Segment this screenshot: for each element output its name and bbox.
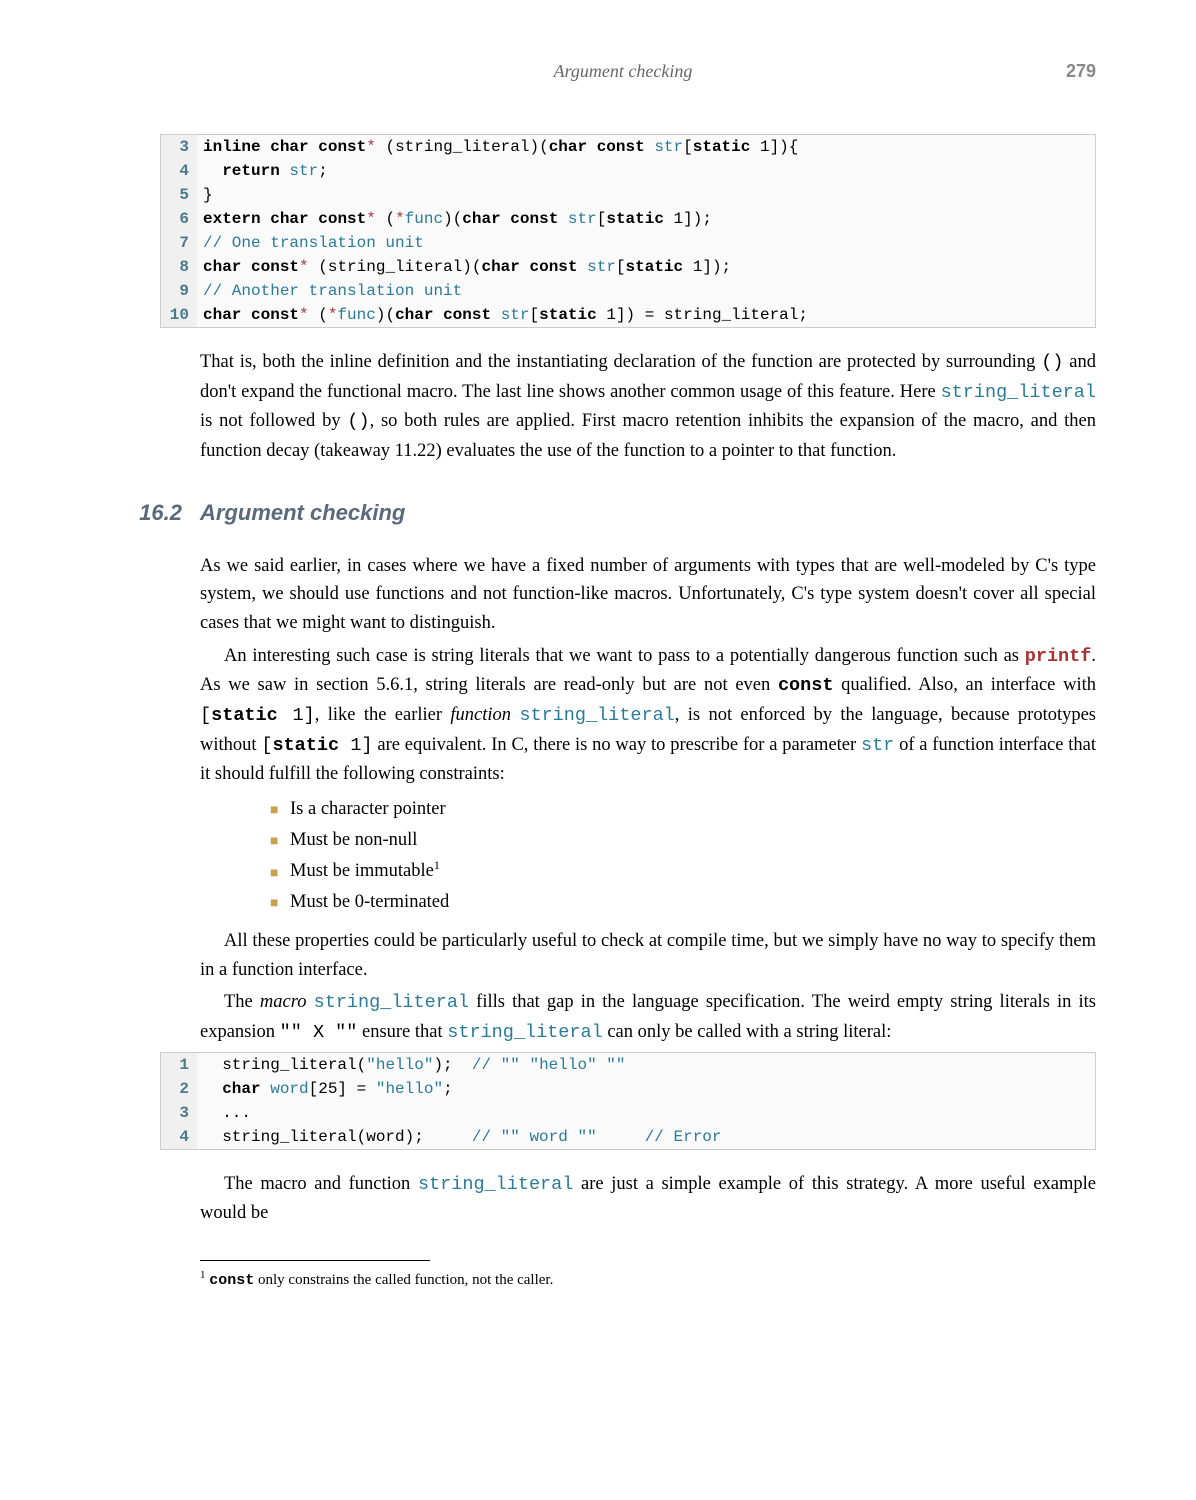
bullet-icon: ■ <box>270 893 290 915</box>
code-block-1: 3inline char const* (string_literal)(cha… <box>160 134 1096 328</box>
section-title: Argument checking <box>200 496 405 530</box>
line-number: 8 <box>161 255 197 279</box>
paragraph-6: The macro and function string_literal ar… <box>200 1170 1096 1228</box>
code-text: ... <box>197 1101 251 1125</box>
code-line: 1 string_literal("hello"); // "" "hello"… <box>161 1053 1095 1077</box>
bullet-icon: ■ <box>270 831 290 853</box>
page-header: Argument checking 279 <box>120 58 1096 86</box>
code-text: inline char const* (string_literal)(char… <box>197 135 798 159</box>
section-heading: 16.2 Argument checking <box>120 496 1096 530</box>
bullet-text: Must be immutable1 <box>290 856 440 886</box>
line-number: 3 <box>161 1101 197 1125</box>
section-number: 16.2 <box>120 496 200 530</box>
line-number: 2 <box>161 1077 197 1101</box>
code-text: } <box>197 183 213 207</box>
code-text: string_literal("hello"); // "" "hello" "… <box>197 1053 625 1077</box>
list-item: ■Must be non-null <box>270 826 1096 855</box>
code-text: char const* (*func)(char const str[stati… <box>197 303 808 327</box>
bullet-icon: ■ <box>270 863 290 885</box>
bullet-text: Must be 0-terminated <box>290 888 449 917</box>
line-number: 7 <box>161 231 197 255</box>
code-line: 5} <box>161 183 1095 207</box>
line-number: 10 <box>161 303 197 327</box>
code-line: 6extern char const* (*func)(char const s… <box>161 207 1095 231</box>
footnote-rule <box>200 1260 430 1261</box>
paragraph-4: All these properties could be particular… <box>200 927 1096 984</box>
header-title: Argument checking <box>120 58 1066 86</box>
paragraph-5: The macro string_literal fills that gap … <box>200 988 1096 1047</box>
line-number: 4 <box>161 159 197 183</box>
bullet-text: Is a character pointer <box>290 795 446 824</box>
line-number: 1 <box>161 1053 197 1077</box>
bullet-icon: ■ <box>270 800 290 822</box>
code-text: // One translation unit <box>197 231 424 255</box>
list-item: ■Must be 0-terminated <box>270 888 1096 917</box>
code-text: string_literal(word); // "" word "" // E… <box>197 1125 722 1149</box>
code-line: 3 ... <box>161 1101 1095 1125</box>
code-text: extern char const* (*func)(char const st… <box>197 207 712 231</box>
footnote-1: 1 const only constrains the called funct… <box>200 1267 1096 1292</box>
line-number: 3 <box>161 135 197 159</box>
bullet-list: ■Is a character pointer■Must be non-null… <box>270 795 1096 917</box>
paragraph-2: As we said earlier, in cases where we ha… <box>200 552 1096 638</box>
line-number: 9 <box>161 279 197 303</box>
code-line: 7// One translation unit <box>161 231 1095 255</box>
page-number: 279 <box>1066 58 1096 86</box>
list-item: ■Is a character pointer <box>270 795 1096 824</box>
code-line: 2 char word[25] = "hello"; <box>161 1077 1095 1101</box>
code-line: 9// Another translation unit <box>161 279 1095 303</box>
code-text: char word[25] = "hello"; <box>197 1077 453 1101</box>
bullet-text: Must be non-null <box>290 826 417 855</box>
code-text: // Another translation unit <box>197 279 462 303</box>
paragraph-3: An interesting such case is string liter… <box>200 642 1096 789</box>
code-line: 10char const* (*func)(char const str[sta… <box>161 303 1095 327</box>
list-item: ■Must be immutable1 <box>270 856 1096 886</box>
code-line: 3inline char const* (string_literal)(cha… <box>161 135 1095 159</box>
code-line: 4 string_literal(word); // "" word "" //… <box>161 1125 1095 1149</box>
code-line: 8char const* (string_literal)(char const… <box>161 255 1095 279</box>
line-number: 6 <box>161 207 197 231</box>
code-text: return str; <box>197 159 328 183</box>
code-line: 4 return str; <box>161 159 1095 183</box>
line-number: 4 <box>161 1125 197 1149</box>
line-number: 5 <box>161 183 197 207</box>
paragraph-1: That is, both the inline definition and … <box>200 348 1096 466</box>
code-text: char const* (string_literal)(char const … <box>197 255 731 279</box>
code-block-2: 1 string_literal("hello"); // "" "hello"… <box>160 1052 1096 1150</box>
